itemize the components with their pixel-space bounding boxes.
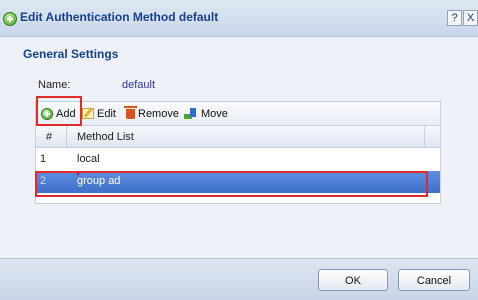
general-settings-heading: General Settings	[23, 47, 119, 61]
selected-row-highlight	[35, 171, 428, 197]
remove-button-label: Remove	[138, 107, 179, 120]
row-number: 1	[40, 153, 47, 165]
remove-button[interactable]: Remove	[124, 102, 179, 125]
add-circle-icon	[3, 12, 17, 26]
column-divider	[424, 126, 425, 147]
method-list-toolbar: Add Edit Remove Move	[35, 101, 441, 126]
help-button[interactable]: ?	[447, 10, 462, 26]
move-icon	[184, 107, 198, 120]
edit-auth-method-dialog: Edit Authentication Method default ? X G…	[0, 0, 478, 300]
name-value: default	[122, 79, 156, 91]
move-button-label: Move	[201, 107, 228, 120]
edit-icon	[82, 108, 94, 119]
move-button[interactable]: Move	[184, 102, 228, 125]
dialog-title: Edit Authentication Method default	[20, 10, 219, 24]
add-button-highlight	[36, 96, 82, 126]
name-label: Name:	[38, 79, 71, 91]
dialog-footer: OK Cancel	[0, 258, 478, 300]
cancel-button[interactable]: Cancel	[398, 269, 470, 291]
row-method: local	[77, 153, 100, 165]
ok-button[interactable]: OK	[318, 269, 388, 291]
table-header: # Method List	[36, 126, 440, 148]
column-header-method-list[interactable]: Method List	[77, 131, 134, 143]
trash-icon	[124, 105, 137, 119]
edit-button-label: Edit	[97, 107, 116, 120]
column-header-number[interactable]: #	[46, 131, 52, 143]
table-row[interactable]: 1 local	[36, 149, 440, 170]
edit-button[interactable]: Edit	[82, 102, 116, 125]
column-divider	[66, 126, 67, 147]
title-bar[interactable]: Edit Authentication Method default ? X	[0, 0, 478, 37]
close-button[interactable]: X	[463, 10, 478, 26]
